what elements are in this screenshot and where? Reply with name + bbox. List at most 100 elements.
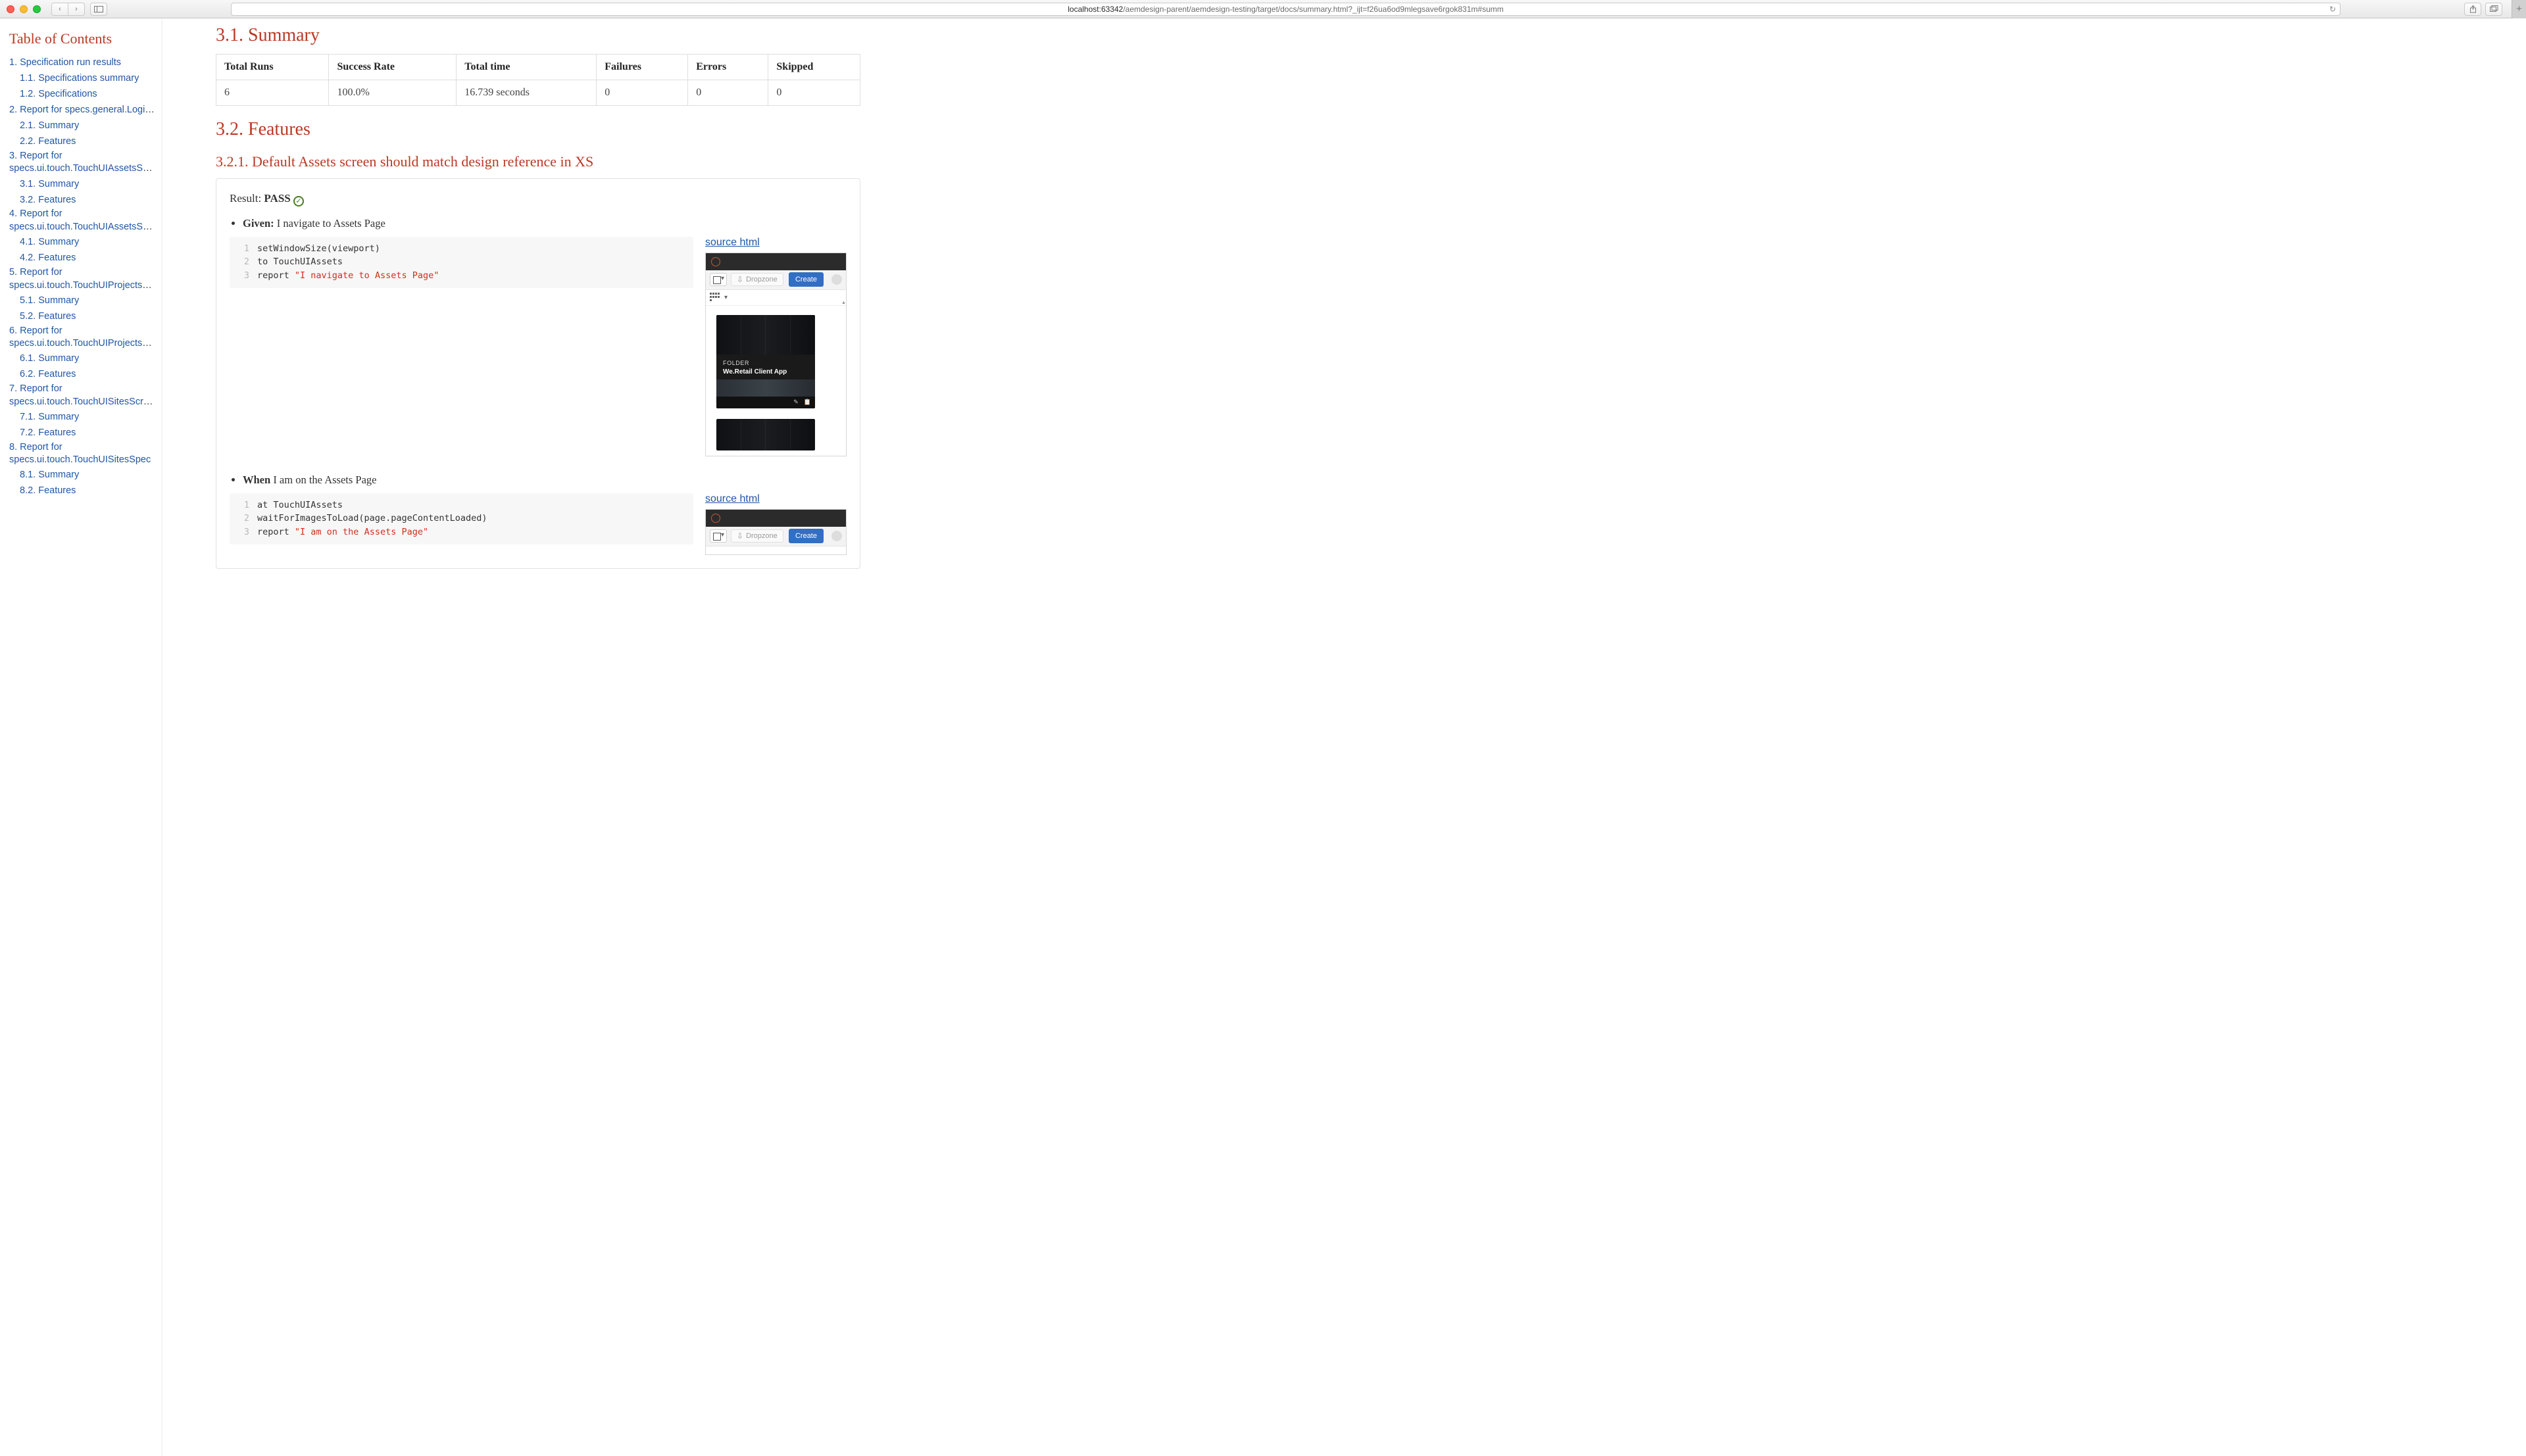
url-host: localhost:63342 xyxy=(1068,5,1123,14)
address-bar[interactable]: localhost:63342 /aemdesign-parent/aemdes… xyxy=(231,3,2340,16)
toc-link[interactable]: 7.2. Features xyxy=(20,427,76,438)
share-button[interactable] xyxy=(2464,3,2481,16)
td-skipped: 0 xyxy=(768,80,860,106)
sidebar-toggle-button[interactable] xyxy=(90,3,107,16)
screenshot-preview: ⇩Dropzone Create xyxy=(705,509,847,555)
toc-link[interactable]: 2.1. Summary xyxy=(20,120,79,131)
td-failures: 0 xyxy=(597,80,688,106)
toc-link[interactable]: 6.1. Summary xyxy=(20,353,79,364)
check-circle-icon: ✓ xyxy=(293,196,304,206)
td-total-runs: 6 xyxy=(216,80,329,106)
scroll-up-icon: ▴ xyxy=(842,299,845,305)
code-block-given: 1setWindowSize(viewport) 2to TouchUIAsse… xyxy=(230,237,693,289)
toc-link[interactable]: 3.1. Summary xyxy=(20,179,79,189)
url-path: /aemdesign-parent/aemdesign-testing/targ… xyxy=(1123,5,1503,14)
toc-link[interactable]: 1.1. Specifications summary xyxy=(20,73,139,84)
step-given: Given: I navigate to Assets Page xyxy=(243,217,847,230)
step-when: When I am on the Assets Page xyxy=(243,473,847,487)
reload-icon[interactable]: ↻ xyxy=(2329,5,2336,14)
mini-view-selector xyxy=(710,273,727,286)
mini-view-selector xyxy=(710,529,727,543)
toc-link[interactable]: 4.2. Features xyxy=(20,253,76,263)
result-label: Result: xyxy=(230,192,264,205)
step-head: When xyxy=(243,473,270,486)
section-heading-summary: 3.1. Summary xyxy=(216,25,860,46)
toc-link[interactable]: 6. Report for specs.ui.touch.TouchUIProj… xyxy=(9,326,155,349)
section-heading-features: 3.2. Features xyxy=(216,119,860,140)
step-list: Given: I navigate to Assets Page xyxy=(230,217,847,230)
when-content-row: 1at TouchUIAssets 2waitForImagesToLoad(p… xyxy=(230,493,847,555)
result-line: Result: PASS ✓ xyxy=(230,192,847,206)
toc-link[interactable]: 4.1. Summary xyxy=(20,237,79,247)
toc-link[interactable]: 3. Report for specs.ui.touch.TouchUIAsse… xyxy=(9,151,155,174)
feature-block: Result: PASS ✓ Given: I navigate to Asse… xyxy=(216,178,860,569)
toc-sidebar: Table of Contents 1. Specification run r… xyxy=(0,18,161,1456)
nav-buttons: ‹ › xyxy=(51,3,85,16)
toc-link[interactable]: 2.2. Features xyxy=(20,136,76,147)
window-zoom-icon[interactable] xyxy=(33,5,41,13)
th-skipped: Skipped xyxy=(768,55,860,80)
th-failures: Failures xyxy=(597,55,688,80)
mini-toolbar: ⇩Dropzone Create xyxy=(706,270,846,290)
mini-create-button: Create xyxy=(789,529,824,543)
mini-dropzone-button: ⇩Dropzone xyxy=(731,529,783,543)
toc-link[interactable]: 8.1. Summary xyxy=(20,470,79,480)
toc-link[interactable]: 3.2. Features xyxy=(20,195,76,205)
adobe-logo-icon xyxy=(711,514,720,523)
card-folder-label: FOLDER xyxy=(723,360,808,366)
toc-link[interactable]: 8.2. Features xyxy=(20,485,76,496)
table-row: 6 100.0% 16.739 seconds 0 0 0 xyxy=(216,80,860,106)
toc-link[interactable]: 8. Report for specs.ui.touch.TouchUISite… xyxy=(9,442,151,466)
card-action-icon: 📋 xyxy=(804,399,811,406)
toc-link[interactable]: 5. Report for specs.ui.touch.TouchUIProj… xyxy=(9,267,155,291)
code-line: waitForImagesToLoad(page.pageContentLoad… xyxy=(257,513,487,523)
td-success-rate: 100.0% xyxy=(329,80,457,106)
mini-avatar-icon xyxy=(831,531,842,541)
forward-button[interactable]: › xyxy=(68,3,85,16)
step-list: When I am on the Assets Page xyxy=(230,473,847,487)
window-controls xyxy=(7,5,41,13)
toc-link[interactable]: 2. Report for specs.general.LoginSpec xyxy=(9,105,155,115)
screenshot-column: source html ⇩Dropzone Create ▴ xyxy=(705,237,847,456)
summary-table: Total Runs Success Rate Total time Failu… xyxy=(216,54,860,106)
source-html-link[interactable]: source html xyxy=(705,237,760,249)
source-html-link[interactable]: source html xyxy=(705,493,760,505)
back-button[interactable]: ‹ xyxy=(51,3,68,16)
toc-link[interactable]: 7. Report for specs.ui.touch.TouchUISite… xyxy=(9,383,155,407)
code-string: "I navigate to Assets Page" xyxy=(295,270,439,281)
th-errors: Errors xyxy=(688,55,768,80)
window-minimize-icon[interactable] xyxy=(20,5,28,13)
step-body: I navigate to Assets Page xyxy=(274,217,385,230)
given-content-row: 1setWindowSize(viewport) 2to TouchUIAsse… xyxy=(230,237,847,456)
toc-link[interactable]: 5.1. Summary xyxy=(20,295,79,306)
toc-link[interactable]: 7.1. Summary xyxy=(20,412,79,422)
window-close-icon[interactable] xyxy=(7,5,14,13)
toc-link[interactable]: 4. Report for specs.ui.touch.TouchUIAsse… xyxy=(9,208,155,232)
adobe-logo-icon xyxy=(711,257,720,266)
mini-avatar-icon xyxy=(831,274,842,285)
toc-title: Table of Contents xyxy=(9,28,155,50)
new-tab-button[interactable]: + xyxy=(2512,0,2526,18)
chrome-right-controls xyxy=(2464,3,2502,16)
toc-link[interactable]: 5.2. Features xyxy=(20,311,76,322)
code-string: "I am on the Assets Page" xyxy=(295,527,428,537)
toc-link[interactable]: 6.2. Features xyxy=(20,369,76,379)
mini-second-toolbar xyxy=(706,290,846,306)
toc-link[interactable]: 1.2. Specifications xyxy=(20,89,97,99)
step-body: I am on the Assets Page xyxy=(270,473,376,486)
main-content: 3.1. Summary Total Runs Success Rate Tot… xyxy=(161,18,2526,1456)
mini-dropzone-button: ⇩Dropzone xyxy=(731,273,783,286)
asset-card: FOLDER We.Retail Client App ✎📋 xyxy=(716,315,815,408)
mini-canvas: FOLDER We.Retail Client App ✎📋 xyxy=(706,306,846,456)
code-line: at TouchUIAssets xyxy=(257,500,343,510)
grid-view-icon xyxy=(710,293,722,302)
mini-toolbar: ⇩Dropzone Create xyxy=(706,527,846,546)
code-line: report xyxy=(257,527,295,537)
toc-link[interactable]: 1. Specification run results xyxy=(9,57,121,68)
td-total-time: 16.739 seconds xyxy=(457,80,597,106)
card-title: We.Retail Client App xyxy=(723,368,808,376)
th-total-runs: Total Runs xyxy=(216,55,329,80)
mini-topbar xyxy=(706,510,846,527)
asset-card xyxy=(716,419,815,450)
tabs-button[interactable] xyxy=(2485,3,2502,16)
